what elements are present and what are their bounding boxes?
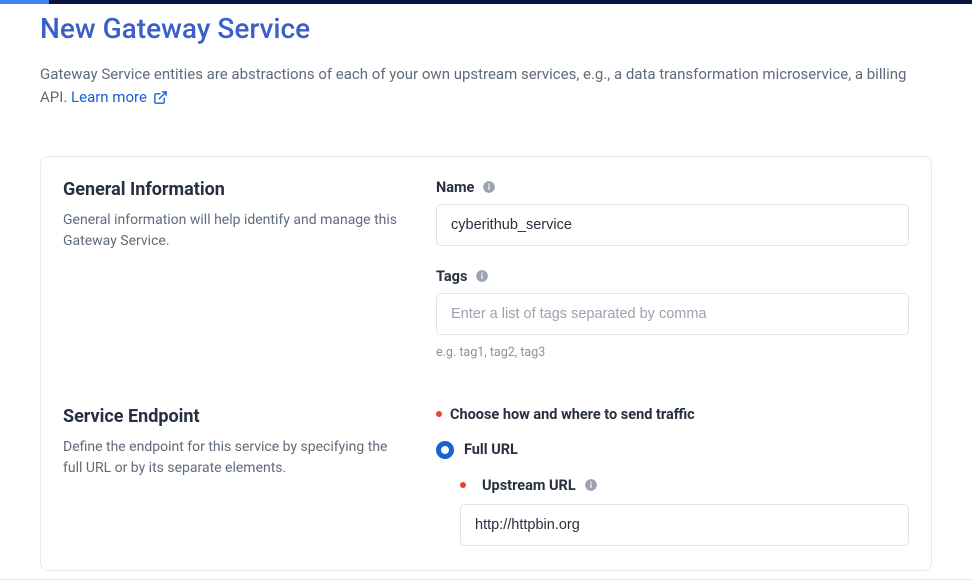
name-input[interactable] <box>436 204 909 246</box>
external-link-icon <box>153 90 168 105</box>
name-label: Name <box>436 179 474 196</box>
general-information-section: General Information General information … <box>63 179 909 366</box>
learn-more-link[interactable]: Learn more <box>71 86 168 109</box>
name-field-block: Name <box>436 179 909 246</box>
upstream-url-input[interactable] <box>460 504 909 546</box>
info-icon[interactable] <box>584 478 598 492</box>
choose-traffic-row: Choose how and where to send traffic <box>436 406 909 423</box>
upstream-url-block: Upstream URL <box>460 477 909 546</box>
full-url-label: Full URL <box>464 441 518 458</box>
name-label-row: Name <box>436 179 909 196</box>
tags-label-row: Tags <box>436 268 909 285</box>
tags-helper-text: e.g. tag1, tag2, tag3 <box>436 345 909 360</box>
service-endpoint-heading: Service Endpoint <box>63 406 408 427</box>
tags-input[interactable] <box>436 293 909 335</box>
service-endpoint-subtext: Define the endpoint for this service by … <box>63 437 408 480</box>
form-card: General Information General information … <box>40 156 932 571</box>
required-indicator <box>460 482 466 488</box>
learn-more-label: Learn more <box>71 86 147 109</box>
bottom-divider <box>0 579 972 580</box>
general-info-subtext: General information will help identify a… <box>63 210 408 253</box>
service-endpoint-right: Choose how and where to send traffic Ful… <box>436 406 909 546</box>
info-icon[interactable] <box>482 180 496 194</box>
general-info-heading: General Information <box>63 179 408 200</box>
service-endpoint-left: Service Endpoint Define the endpoint for… <box>63 406 428 546</box>
tags-label: Tags <box>436 268 467 285</box>
page-container: New Gateway Service Gateway Service enti… <box>0 4 972 571</box>
choose-traffic-label: Choose how and where to send traffic <box>450 406 695 423</box>
full-url-radio-row[interactable]: Full URL <box>436 441 909 459</box>
page-title: New Gateway Service <box>40 12 932 45</box>
page-description: Gateway Service entities are abstraction… <box>40 63 920 110</box>
radio-selected-icon[interactable] <box>436 441 454 459</box>
service-endpoint-section: Service Endpoint Define the endpoint for… <box>63 406 909 546</box>
required-indicator <box>436 411 442 417</box>
tags-field-block: Tags e.g. tag1, tag2, tag3 <box>436 268 909 360</box>
info-icon[interactable] <box>475 269 489 283</box>
upstream-url-label: Upstream URL <box>482 477 576 494</box>
progress-bar <box>0 0 972 4</box>
general-info-right: Name Tags <box>436 179 909 366</box>
upstream-url-label-row: Upstream URL <box>460 477 909 494</box>
page-description-text: Gateway Service entities are abstraction… <box>40 65 906 106</box>
general-info-left: General Information General information … <box>63 179 428 366</box>
